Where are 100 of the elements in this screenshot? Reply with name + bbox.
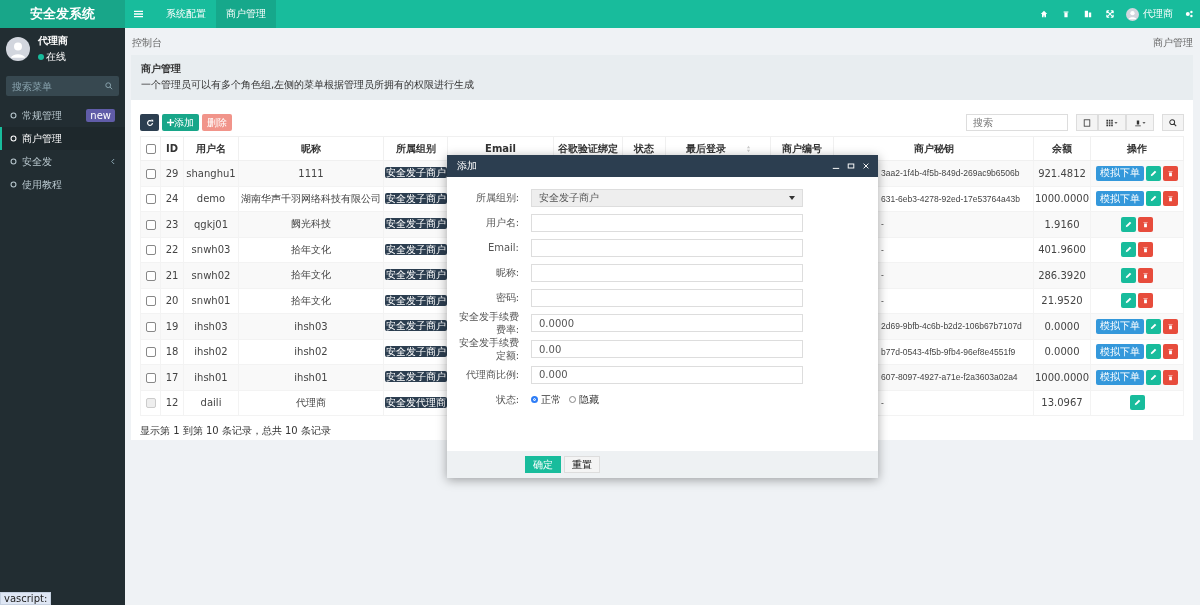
radio-option[interactable]: 正常 [531,392,561,407]
edit-button[interactable] [1146,191,1161,207]
sidebar-item[interactable]: 安全发 [0,150,125,173]
edit-button[interactable] [1121,242,1136,258]
input-field[interactable] [531,238,803,257]
table-cell: 拾年文化 [238,237,384,263]
table-cell: ihsh02 [238,339,384,365]
input-field[interactable] [531,288,803,307]
table-cell: snwh01 [183,288,239,314]
group-tag: 安全发子商户 [384,294,447,306]
pencil-icon [1133,399,1141,407]
input-field[interactable] [531,263,803,282]
radio-option[interactable]: 隐藏 [569,392,599,407]
user-status: 在线 [38,50,68,64]
field-label: 所属组别: [474,191,519,204]
table-cell: 401.9600 [1033,237,1091,263]
delete-row-button[interactable] [1163,191,1178,207]
table-cell: 拾年文化 [238,262,384,288]
home-icon[interactable] [1040,10,1048,18]
export-button[interactable] [1126,114,1154,131]
sidebar-item[interactable]: 商户管理 [0,127,125,150]
edit-button[interactable] [1146,165,1161,181]
sidebar-item[interactable]: 使用教程 [0,173,125,196]
fullscreen-icon[interactable] [1106,10,1114,18]
search-icon [1169,118,1177,127]
table-cell: snwh03 [183,237,239,263]
edit-button[interactable] [1121,267,1136,283]
input-field[interactable]: 0.0000 [531,314,803,332]
caret-icon [789,195,795,200]
simulate-order-button[interactable]: 模拟下单 [1096,344,1144,360]
settings-icon[interactable] [1185,10,1193,18]
table-cell: 1000.0000 [1033,186,1091,212]
delete-row-button[interactable] [1138,242,1153,258]
maximize-icon[interactable] [847,162,855,170]
pencil-icon [1150,348,1157,356]
column-header: 状态 [634,141,654,156]
simulate-order-button[interactable]: 模拟下单 [1096,369,1144,385]
table-cell: demo [183,186,239,212]
select-all-checkbox[interactable] [145,144,156,154]
close-icon[interactable] [862,162,870,170]
menu-search-field[interactable]: 搜索菜单 [6,76,119,96]
simulate-order-button[interactable]: 模拟下单 [1096,165,1144,181]
column-header: 余额 [1052,141,1072,156]
delete-row-button[interactable] [1138,216,1153,232]
group-tag: 安全发子商户 [384,269,447,281]
table-cell: 21.9520 [1033,288,1091,314]
refresh-icon [145,118,154,127]
add-button[interactable]: 添加 [162,114,199,131]
simulate-order-button[interactable]: 模拟下单 [1096,191,1144,207]
group-select[interactable]: 安全发子商户 [531,188,803,207]
row-checkbox[interactable] [145,321,156,332]
input-field[interactable]: 0.00 [531,340,803,358]
column-header: 用户名 [196,141,226,156]
table-cell: 0.0000 [1033,339,1091,365]
search-button[interactable] [1162,114,1184,131]
row-checkbox[interactable] [145,168,156,179]
row-checkbox[interactable] [145,347,156,358]
row-checkbox[interactable] [145,372,156,383]
columns-button[interactable] [1098,114,1126,131]
trash-icon[interactable] [1062,10,1070,18]
group-tag: 安全发子商户 [384,243,447,255]
delete-row-button[interactable] [1163,165,1178,181]
avatar-icon [6,37,30,61]
search-icon [105,82,113,90]
row-checkbox[interactable] [145,245,156,256]
toggle-view-button[interactable] [1076,114,1098,131]
edit-button[interactable] [1146,369,1161,385]
dialog-button[interactable]: 重置 [564,456,600,473]
row-checkbox[interactable] [145,194,156,205]
breadcrumb-current: 商户管理 [1153,36,1193,50]
column-header: Email [485,143,516,154]
pencil-icon [1150,373,1157,381]
delete-row-button[interactable] [1163,344,1178,360]
trash-icon [1142,246,1149,254]
app-logo: 安全发系统 [0,0,125,28]
edit-button[interactable] [1146,318,1161,334]
chevron-icon [110,158,115,165]
edit-button[interactable] [1121,293,1136,309]
delete-row-button[interactable] [1163,318,1178,334]
delete-row-button[interactable] [1163,369,1178,385]
sidebar-item[interactable]: 常规管理 new [0,104,125,127]
input-field[interactable] [531,213,803,232]
delete-row-button[interactable] [1138,293,1153,309]
edit-button[interactable] [1121,216,1136,232]
avatar-icon [1126,7,1139,21]
breadcrumb-home[interactable]: 控制台 [132,36,162,50]
simulate-order-button[interactable]: 模拟下单 [1096,318,1144,334]
row-checkbox[interactable] [145,270,156,281]
search-field[interactable]: 搜索 [966,114,1068,131]
table-cell: 22 [160,237,184,263]
edit-button[interactable] [1146,344,1161,360]
table-cell: 13.0967 [1033,390,1091,416]
input-field[interactable]: 0.000 [531,365,803,384]
row-checkbox[interactable] [145,219,156,230]
dialog-title: 添加 [457,159,478,173]
refresh-button[interactable] [140,114,159,131]
delete-row-button[interactable] [1138,267,1153,283]
row-checkbox[interactable] [145,296,156,307]
nav-tab[interactable]: 商户管理 [216,0,276,28]
table-cell: 阙光科技 [238,211,384,237]
